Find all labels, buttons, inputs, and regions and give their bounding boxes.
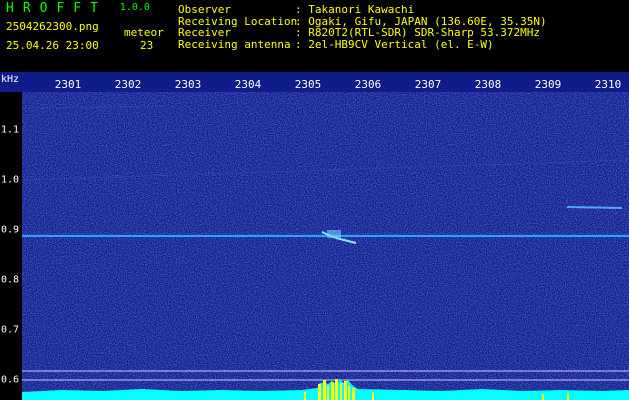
frequency-tick: 1.1 [1,124,20,136]
header-panel: HROFFT 1.0.0 2504262300.png 25.04.26 23:… [0,0,629,72]
frequency-tick: 0.6 [1,374,20,386]
app-version: 1.0.0 [119,2,150,13]
info-row-antenna: Receiving antenna : 2el-HB9CV Vertical (e… [178,37,547,51]
meteor-count: 23 [140,39,154,52]
spectrogram-plot [22,92,629,400]
frequency-tick: 1.0 [1,174,20,186]
info-label: Receiving antenna [178,37,291,51]
noise-texture [22,92,629,392]
date-time: 25.04.26 23:00 [6,39,99,52]
drift-signal-segment [566,206,623,209]
info-label: Observer [178,3,231,16]
file-name: 2504262300.png [6,20,99,33]
frequency-axis: 1.1 1.0 0.9 0.8 0.7 0.6 [0,92,22,400]
app-logo: HROFFT 1.0.0 [6,1,150,16]
info-label: Receiver [178,26,231,39]
app-name: HROFFT [6,1,107,16]
meteor-label: meteor [124,26,164,39]
meteor-echo-blob [327,230,341,238]
frequency-tick: 0.9 [1,224,20,236]
info-value: : 2el-HB9CV Vertical (el. E-W) [295,37,494,51]
frequency-tick: 0.8 [1,274,20,286]
frequency-unit-label: kHz [1,74,20,85]
station-info: Observer: Takanori Kawachi Receiving Loc… [178,4,547,50]
frequency-tick: 0.7 [1,324,20,336]
